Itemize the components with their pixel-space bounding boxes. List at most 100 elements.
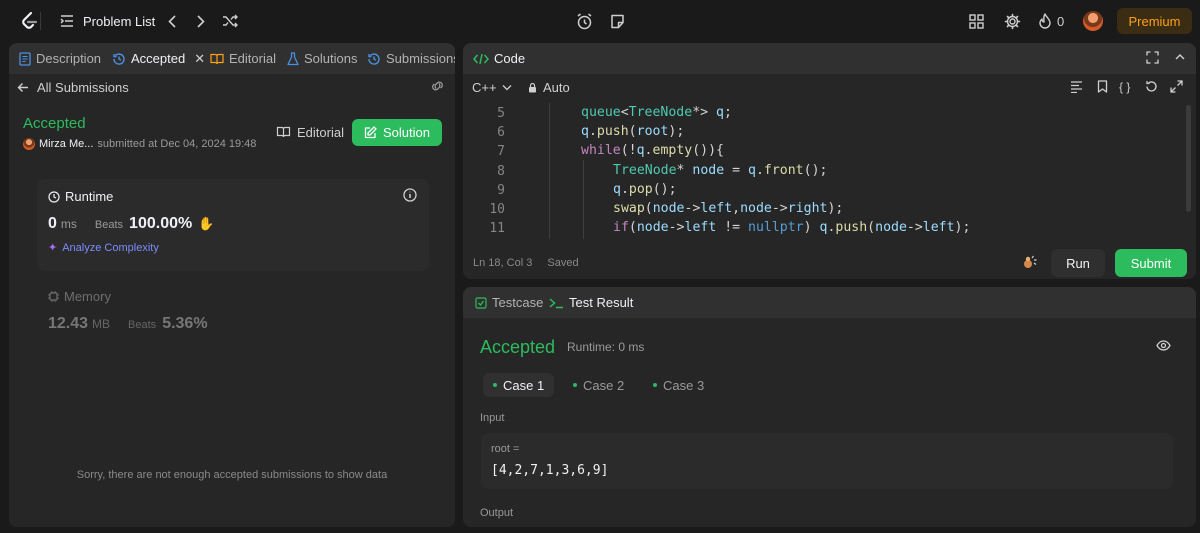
leetcode-logo-icon[interactable]	[18, 10, 40, 32]
close-tab-icon[interactable]: ✕	[194, 51, 205, 67]
saved-status: Saved	[547, 257, 579, 269]
code-toolbar: C++ Auto { }	[463, 74, 1196, 101]
next-problem-icon[interactable]	[193, 12, 209, 30]
problem-list-icon[interactable]	[58, 12, 76, 30]
case-tab-3[interactable]: Case 3	[643, 373, 714, 397]
alarm-clock-icon[interactable]	[574, 11, 594, 31]
auto-mode[interactable]: Auto	[528, 80, 570, 95]
submit-button[interactable]: Submit	[1115, 249, 1187, 277]
case-label: Case 1	[503, 377, 545, 393]
case-label: Case 3	[663, 377, 705, 393]
settings-gear-icon[interactable]	[1002, 11, 1022, 31]
bookmark-icon[interactable]	[1097, 80, 1108, 96]
flask-icon	[287, 51, 299, 65]
tab-editorial[interactable]: Editorial	[210, 43, 276, 74]
eye-icon[interactable]	[1156, 339, 1171, 354]
solution-button[interactable]: Solution	[352, 119, 442, 146]
language-select[interactable]: C++	[472, 80, 512, 95]
code-icon	[473, 53, 489, 64]
code-area[interactable]: 5 6 7 8 9 10 11 queue<TreeNode*> q; q.pu…	[463, 103, 1196, 240]
user-avatar-small[interactable]	[23, 138, 35, 150]
tab-solutions-label: Solutions	[304, 51, 358, 66]
info-icon[interactable]	[403, 188, 417, 205]
code-tab-bar: Code	[463, 43, 1196, 74]
notes-icon[interactable]	[607, 11, 627, 31]
submitted-at: submitted at Dec 04, 2024 19:48	[97, 138, 257, 150]
memory-header: Memory	[48, 289, 111, 304]
streak-fire-icon[interactable]	[1036, 11, 1054, 31]
submission-panel: Description Accepted ✕ Editorial Solutio…	[9, 43, 455, 527]
solution-button-label: Solution	[383, 125, 430, 140]
runtime-header: Runtime	[48, 189, 113, 204]
shuffle-icon[interactable]	[221, 12, 239, 30]
analyze-complexity-label: Analyze Complexity	[62, 241, 159, 254]
code-line: q.push(root);	[581, 124, 685, 139]
case-tab-1[interactable]: Case 1	[483, 373, 555, 397]
user-name[interactable]: Mirza Me...	[39, 138, 93, 150]
test-status: Accepted	[480, 337, 556, 357]
problem-list-link[interactable]: Problem List	[83, 14, 155, 29]
runtime-card[interactable]: Runtime 0 ms Beats 100.00% ✋ ✦ Analyze C…	[37, 179, 429, 271]
tab-testcase[interactable]: Testcase	[475, 287, 543, 318]
test-panel: Testcase Test Result Accepted Runtime: 0…	[463, 287, 1196, 527]
back-to-submissions[interactable]: All Submissions	[17, 80, 129, 95]
tab-submissions[interactable]: Submissions	[367, 43, 455, 74]
code-line: if(node->left != nullptr) q.push(node->l…	[613, 220, 971, 235]
line-number: 6	[497, 125, 505, 140]
history-icon	[113, 52, 125, 65]
format-icon[interactable]	[1070, 81, 1083, 96]
debugger-icon[interactable]	[1023, 255, 1037, 272]
cursor-position: Ln 18, Col 3	[473, 257, 533, 269]
submission-meta: Mirza Me... submitted at Dec 04, 2024 19…	[23, 138, 256, 150]
code-line: while(!q.empty()){	[581, 143, 724, 158]
editorial-button[interactable]: Editorial	[267, 119, 353, 145]
input-label: Input	[480, 412, 505, 424]
terminal-icon	[549, 297, 563, 308]
book-icon	[210, 53, 224, 64]
lock-icon	[529, 82, 536, 93]
code-line: swap(node->left,node->right);	[613, 201, 844, 216]
braces-icon[interactable]: { }	[1119, 80, 1130, 94]
sparkle-icon: ✦	[48, 242, 58, 254]
line-number: 8	[497, 164, 505, 179]
tab-accepted-label: Accepted	[131, 51, 186, 66]
memory-value: 12.43	[48, 315, 89, 332]
editor-scrollbar[interactable]	[1186, 105, 1191, 212]
runtime-beats-value: 100.00%	[129, 215, 193, 232]
code-line: q.pop();	[613, 182, 677, 197]
layout-grid-icon[interactable]	[966, 11, 986, 31]
chevron-up-icon[interactable]	[1174, 51, 1186, 66]
premium-button[interactable]: Premium	[1117, 8, 1192, 34]
case-tab-2[interactable]: Case 2	[563, 373, 634, 397]
tab-code[interactable]: Code	[473, 43, 525, 74]
mode-label: Auto	[543, 80, 570, 95]
maximize-icon[interactable]	[1146, 51, 1159, 67]
editorial-button-label: Editorial	[297, 124, 344, 140]
expand-editor-icon[interactable]	[1170, 80, 1183, 96]
reset-icon[interactable]	[1145, 80, 1158, 96]
tab-accepted[interactable]: Accepted ✕	[112, 43, 205, 74]
tab-test-result[interactable]: Test Result	[549, 287, 633, 318]
memory-label: Memory	[64, 289, 111, 304]
memory-unit: MB	[92, 317, 111, 331]
chevron-down-icon	[502, 85, 512, 91]
link-icon[interactable]	[430, 80, 445, 95]
runtime-values: 0 ms Beats 100.00% ✋	[48, 215, 214, 233]
memory-card[interactable]: Memory 12.43 MB Beats 5.36%	[37, 279, 429, 339]
streak-count: 0	[1057, 14, 1065, 29]
tab-description[interactable]: Description	[19, 43, 101, 74]
runtime-label: Runtime	[65, 189, 114, 204]
previous-problem-icon[interactable]	[164, 12, 180, 30]
top-navbar: Problem List 0 Premium	[0, 0, 1200, 42]
run-button[interactable]: Run	[1051, 249, 1105, 277]
case-label: Case 2	[583, 377, 625, 393]
user-avatar[interactable]	[1083, 11, 1103, 31]
input-box[interactable]: root = [4,2,7,1,3,6,9]	[481, 433, 1173, 489]
line-number: 10	[489, 202, 505, 217]
tab-solutions[interactable]: Solutions	[287, 43, 357, 74]
editor-status: Ln 18, Col 3 Saved	[473, 257, 579, 269]
tab-submissions-label: Submissions	[386, 51, 455, 66]
description-icon	[19, 51, 31, 66]
analyze-complexity-link[interactable]: ✦ Analyze Complexity	[48, 241, 159, 255]
history-icon	[368, 52, 380, 65]
